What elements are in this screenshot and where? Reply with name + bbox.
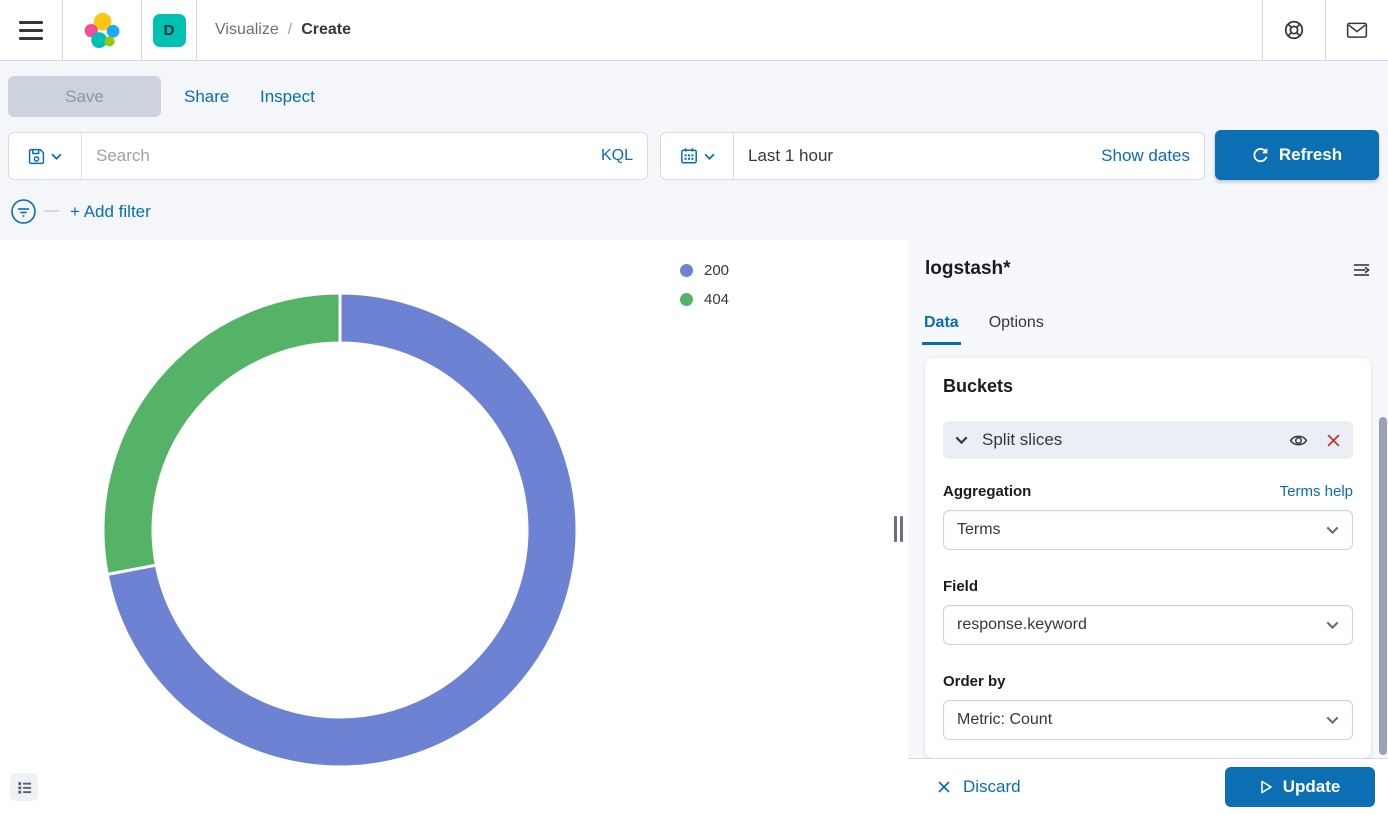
- share-button[interactable]: Share: [184, 76, 229, 117]
- toggle-visibility-button[interactable]: [1289, 431, 1308, 450]
- quick-select-button[interactable]: [661, 133, 734, 179]
- search-input[interactable]: [96, 146, 601, 166]
- chart-legend: 200 404: [680, 262, 729, 320]
- hamburger-icon: [19, 29, 43, 32]
- panel-header: logstash*: [925, 258, 1371, 280]
- play-icon: [1260, 780, 1273, 794]
- order-by-value: Metric: Count: [957, 711, 1052, 729]
- aggregation-label: Aggregation: [943, 483, 1031, 500]
- remove-bucket-button[interactable]: [1326, 433, 1341, 448]
- legend-label: 200: [704, 262, 729, 279]
- hamburger-icon: [19, 21, 43, 24]
- chevron-down-icon: [1326, 716, 1339, 724]
- tab-options[interactable]: Options: [987, 310, 1046, 345]
- editor-actions-bar: Discard Update: [908, 758, 1388, 815]
- kql-language-button[interactable]: KQL: [601, 147, 633, 165]
- breadcrumb-current: Create: [301, 21, 351, 39]
- query-bar: KQL: [8, 132, 648, 180]
- calendar-icon: [680, 147, 698, 165]
- resize-grip: [894, 516, 897, 542]
- space-selector[interactable]: D: [142, 0, 196, 60]
- date-picker: Last 1 hour Show dates: [660, 132, 1205, 180]
- help-button[interactable]: [1263, 0, 1325, 60]
- chevron-down-icon: [1326, 526, 1339, 534]
- filter-pin-divider: [44, 210, 59, 212]
- aggregation-value: Terms: [957, 521, 1001, 539]
- menu-right-icon: [1352, 260, 1371, 279]
- x-icon: [937, 780, 951, 794]
- aggregation-label-row: Aggregation Terms help: [943, 483, 1353, 500]
- eye-icon: [1289, 431, 1308, 450]
- toolbar-band: Save Share Inspect KQL: [0, 61, 1388, 240]
- save-button[interactable]: Save: [8, 76, 161, 117]
- chevron-down-icon: [955, 436, 968, 444]
- legend-item-404[interactable]: 404: [680, 291, 729, 308]
- split-slices-label: Split slices: [982, 430, 1062, 450]
- refresh-button[interactable]: Refresh: [1215, 130, 1379, 180]
- buckets-title: Buckets: [943, 376, 1353, 397]
- order-by-select[interactable]: Metric: Count: [943, 700, 1353, 740]
- refresh-label: Refresh: [1279, 145, 1342, 165]
- order-by-label-row: Order by: [943, 673, 1353, 690]
- field-label-row: Field: [943, 578, 1353, 595]
- red-x-icon: [1326, 433, 1341, 448]
- show-dates-button[interactable]: Show dates: [1101, 146, 1204, 166]
- panel-tabs: Data Options: [922, 310, 1046, 345]
- discard-button[interactable]: Discard: [937, 777, 1021, 797]
- save-icon: [28, 148, 45, 165]
- legend-toggle-button[interactable]: [10, 773, 38, 801]
- order-by-label: Order by: [943, 673, 1006, 690]
- breadcrumb: Visualize / Create: [197, 0, 351, 60]
- header-spacer: [351, 0, 1262, 60]
- saved-query-menu-button[interactable]: [8, 132, 82, 180]
- terms-help-link[interactable]: Terms help: [1280, 483, 1353, 500]
- field-label: Field: [943, 578, 978, 595]
- field-value: response.keyword: [957, 616, 1087, 634]
- space-avatar[interactable]: D: [153, 14, 186, 47]
- menu-button[interactable]: [0, 0, 62, 60]
- life-ring-icon: [1284, 20, 1304, 40]
- top-navbar: D Visualize / Create: [0, 0, 1388, 61]
- discard-label: Discard: [963, 777, 1021, 797]
- collapse-panel-button[interactable]: [1352, 260, 1371, 279]
- visualization-area: 200 404 logstash*: [0, 240, 1388, 815]
- hamburger-icon: [19, 37, 43, 40]
- legend-dot: [680, 293, 693, 306]
- legend-item-200[interactable]: 200: [680, 262, 729, 279]
- panel-resize-handle[interactable]: [893, 515, 903, 543]
- kibana-visualize-app: D Visualize / Create Save S: [0, 0, 1388, 815]
- add-filter-button[interactable]: + Add filter: [70, 199, 151, 225]
- chevron-down-icon: [704, 153, 715, 160]
- field-select[interactable]: response.keyword: [943, 605, 1353, 645]
- legend-label: 404: [704, 291, 729, 308]
- time-range-value[interactable]: Last 1 hour: [734, 146, 833, 166]
- elastic-logo-icon: [83, 11, 121, 49]
- filter-icon[interactable]: [10, 198, 37, 225]
- legend-dot: [680, 264, 693, 277]
- panel-scrollbar-thumb[interactable]: [1379, 417, 1387, 755]
- donut-slice-404[interactable]: [103, 293, 340, 574]
- inspect-button[interactable]: Inspect: [260, 76, 315, 117]
- elastic-logo[interactable]: [63, 0, 141, 60]
- refresh-icon: [1252, 147, 1269, 164]
- buckets-card: Buckets Split slices: [925, 358, 1371, 758]
- index-pattern-title: logstash*: [925, 258, 1011, 280]
- resize-grip: [900, 516, 903, 542]
- breadcrumb-visualize[interactable]: Visualize: [215, 21, 279, 39]
- chevron-down-icon: [51, 153, 62, 160]
- donut-chart: [100, 290, 580, 770]
- vis-editor-panel: logstash* Data Options Buckets: [908, 240, 1388, 815]
- list-icon: [16, 779, 33, 796]
- split-slices-row[interactable]: Split slices: [943, 421, 1353, 459]
- aggregation-select[interactable]: Terms: [943, 510, 1353, 550]
- newsfeed-button[interactable]: [1326, 0, 1388, 60]
- breadcrumb-separator: /: [288, 21, 292, 39]
- chevron-down-icon: [1326, 621, 1339, 629]
- envelope-icon: [1346, 20, 1368, 40]
- search-box: KQL: [82, 132, 648, 180]
- update-button[interactable]: Update: [1225, 767, 1375, 807]
- update-label: Update: [1283, 777, 1341, 797]
- tab-data[interactable]: Data: [922, 310, 961, 345]
